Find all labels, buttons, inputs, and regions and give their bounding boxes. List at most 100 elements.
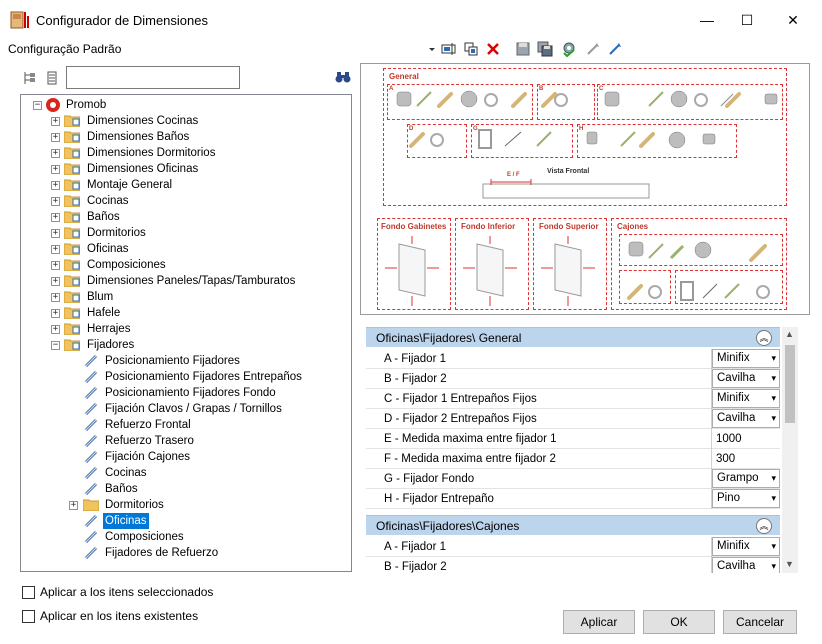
category-header-cajones[interactable]: Oficinas\Fijadores\Cajones ︽ (366, 515, 780, 535)
tree-child-item[interactable]: Refuerzo Frontal (83, 417, 343, 433)
property-combo[interactable]: Grampo ▾ (712, 469, 780, 488)
property-row[interactable]: F - Medida maxima entre fijador 2 300 (366, 449, 780, 469)
property-combo[interactable]: Minifix ▾ (712, 349, 780, 368)
scroll-thumb[interactable] (785, 345, 795, 423)
expand-toggle-icon[interactable]: + (51, 325, 60, 334)
expand-toggle-icon[interactable]: + (51, 213, 60, 222)
chevron-down-icon[interactable]: ▾ (771, 410, 776, 427)
expand-toggle-icon[interactable]: + (51, 117, 60, 126)
property-row[interactable]: D - Fijador 2 Entrepaños Fijos Cavilha ▾ (366, 409, 780, 429)
delete-icon[interactable] (484, 40, 502, 58)
expand-toggle-icon[interactable]: + (51, 277, 60, 286)
property-combo[interactable]: Cavilha ▾ (712, 409, 780, 428)
property-row[interactable]: G - Fijador Fondo Grampo ▾ (366, 469, 780, 489)
tree-child-item[interactable]: Composiciones (83, 529, 343, 545)
chevron-down-icon[interactable]: ▾ (771, 470, 776, 487)
scroll-up-icon[interactable]: ▲ (785, 329, 794, 339)
expand-toggle-icon[interactable]: + (69, 501, 78, 510)
tree-child-item[interactable]: Posicionamiento Fijadores (83, 353, 343, 369)
apply-selected-checkbox[interactable] (22, 586, 35, 599)
export-icon[interactable] (606, 40, 624, 58)
tree-item[interactable]: + Herrajes (51, 321, 341, 337)
property-row[interactable]: H - Fijador Entrepaño Pino ▾ (366, 489, 780, 509)
tree-child-item[interactable]: Refuerzo Trasero (83, 433, 343, 449)
collapse-toggle-icon[interactable]: − (33, 101, 42, 110)
property-row[interactable]: C - Fijador 1 Entrepaños Fijos Minifix ▾ (366, 389, 780, 409)
property-row[interactable]: A - Fijador 1 Minifix ▾ (366, 349, 780, 369)
expand-toggle-icon[interactable]: + (51, 229, 60, 238)
tree-child-item[interactable]: Fijación Cajones (83, 449, 343, 465)
tree-item[interactable]: + Baños (51, 209, 341, 225)
expand-toggle-icon[interactable]: + (51, 293, 60, 302)
chevron-down-icon[interactable]: ▾ (771, 390, 776, 407)
expand-toggle-icon[interactable]: + (51, 165, 60, 174)
tree-child-item-selected[interactable]: Oficinas (83, 513, 343, 529)
tree-child-item[interactable]: + Dormitorios (69, 497, 339, 513)
tree-item[interactable]: + Dormitorios (51, 225, 341, 241)
collapse-toggle-icon[interactable]: − (51, 341, 60, 350)
apply-existing-checkbox[interactable] (22, 610, 35, 623)
save-all-icon[interactable] (536, 40, 554, 58)
chevron-down-icon[interactable]: ▾ (771, 490, 776, 507)
tree-item[interactable]: + Cocinas (51, 193, 341, 209)
config-tree[interactable]: − Promob + Dimensiones Cocinas + Dimensi… (20, 94, 352, 572)
collapse-category-icon[interactable]: ︽ (756, 330, 772, 346)
tree-child-item[interactable]: Posicionamiento Fijadores Fondo (83, 385, 343, 401)
collapse-all-icon[interactable] (44, 70, 60, 86)
property-grid-scrollbar[interactable]: ▲ ▼ (782, 327, 798, 573)
tree-item-fijadores[interactable]: − Fijadores (51, 337, 341, 353)
tree-child-item[interactable]: Fijación Clavos / Grapas / Tornillos (83, 401, 343, 417)
category-header-general[interactable]: Oficinas\Fijadores\ General ︽ (366, 327, 780, 347)
property-combo[interactable]: Pino ▾ (712, 489, 780, 508)
maximize-button[interactable]: ☐ (724, 6, 770, 34)
tree-item[interactable]: + Montaje General (51, 177, 341, 193)
tree-item[interactable]: + Oficinas (51, 241, 341, 257)
apply-button[interactable]: Aplicar (563, 610, 635, 634)
apply-settings-icon[interactable] (560, 40, 578, 58)
chevron-down-icon[interactable]: ▾ (771, 558, 776, 573)
property-combo[interactable]: Minifix ▾ (712, 389, 780, 408)
tree-child-item[interactable]: Baños (83, 481, 343, 497)
close-button[interactable]: ✕ (770, 6, 816, 34)
tree-item[interactable]: + Blum (51, 289, 341, 305)
property-grid[interactable]: Oficinas\Fijadores\ General ︽ A - Fijado… (366, 327, 780, 573)
tree-child-item[interactable]: Fijadores de Refuerzo (83, 545, 343, 561)
ok-button[interactable]: OK (643, 610, 715, 634)
tree-search-input[interactable] (66, 66, 240, 89)
property-combo[interactable]: Minifix ▾ (712, 537, 780, 556)
property-value-input[interactable]: 1000 (712, 429, 780, 449)
expand-toggle-icon[interactable]: + (51, 181, 60, 190)
chevron-down-icon[interactable]: ▾ (771, 538, 776, 555)
property-combo[interactable]: Cavilha ▾ (712, 557, 780, 573)
tree-item[interactable]: + Dimensiones Dormitorios (51, 145, 341, 161)
tree-child-item[interactable]: Posicionamiento Fijadores Entrepaños (83, 369, 343, 385)
tree-item[interactable]: + Hafele (51, 305, 341, 321)
expand-toggle-icon[interactable]: + (51, 309, 60, 318)
property-combo[interactable]: Cavilha ▾ (712, 369, 780, 388)
tree-child-item[interactable]: Cocinas (83, 465, 343, 481)
copy-config-icon[interactable] (462, 40, 480, 58)
expand-toggle-icon[interactable]: + (51, 133, 60, 142)
expand-toggle-icon[interactable]: + (51, 149, 60, 158)
tree-item[interactable]: + Dimensiones Paneles/Tapas/Tamburatos (51, 273, 341, 289)
tree-item[interactable]: + Dimensiones Oficinas (51, 161, 341, 177)
chevron-down-icon[interactable]: ▾ (771, 370, 776, 387)
property-row[interactable]: A - Fijador 1 Minifix ▾ (366, 537, 780, 557)
cancel-button[interactable]: Cancelar (723, 610, 797, 634)
tree-item[interactable]: + Dimensiones Cocinas (51, 113, 341, 129)
tree-root-promob[interactable]: − Promob (33, 97, 333, 113)
property-row[interactable]: B - Fijador 2 Cavilha ▾ (366, 557, 780, 573)
import-icon[interactable] (584, 40, 602, 58)
scroll-down-icon[interactable]: ▼ (785, 559, 794, 569)
property-value-input[interactable]: 300 (712, 449, 780, 469)
tree-item[interactable]: + Composiciones (51, 257, 341, 273)
binoculars-search-icon[interactable] (334, 68, 352, 86)
property-row[interactable]: B - Fijador 2 Cavilha ▾ (366, 369, 780, 389)
property-row[interactable]: E - Medida maxima entre fijador 1 1000 (366, 429, 780, 449)
tree-item[interactable]: + Dimensiones Baños (51, 129, 341, 145)
rename-icon[interactable] (440, 40, 458, 58)
expand-all-icon[interactable] (22, 70, 38, 86)
chevron-down-icon[interactable]: ▾ (771, 350, 776, 367)
expand-toggle-icon[interactable]: + (51, 261, 60, 270)
expand-toggle-icon[interactable]: + (51, 197, 60, 206)
